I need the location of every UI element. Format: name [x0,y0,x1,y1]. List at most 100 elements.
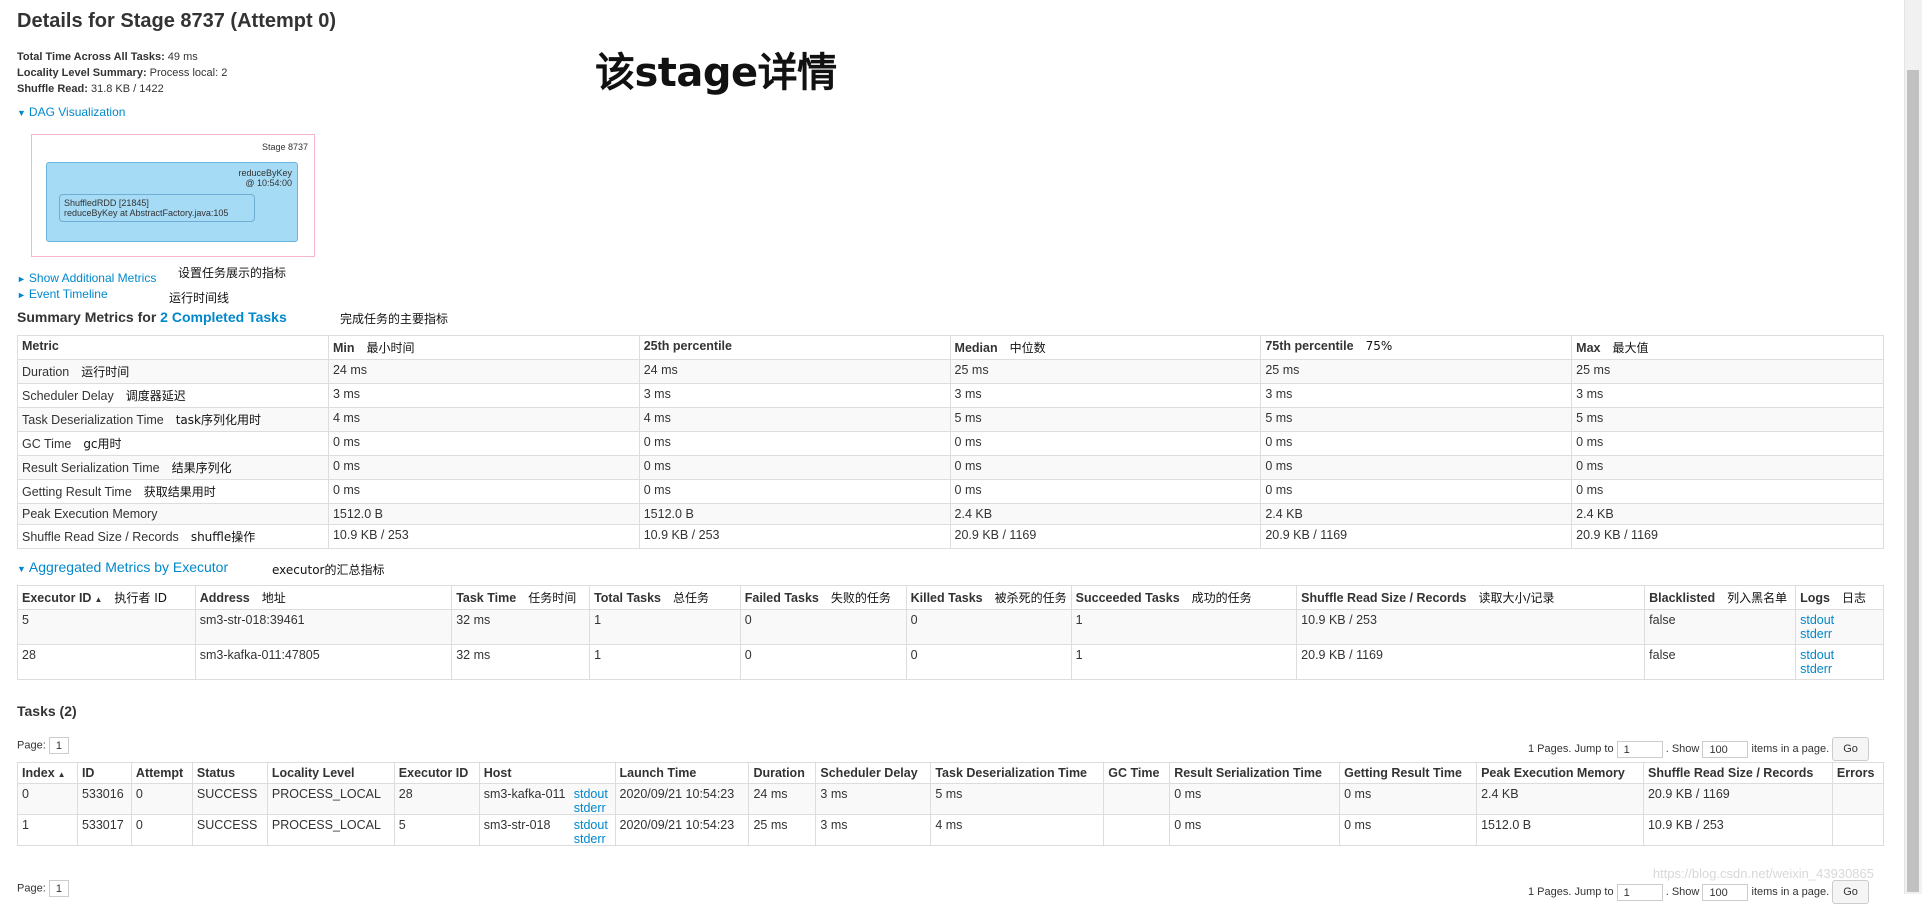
tasks-column-header[interactable]: Executor ID [393,762,480,784]
stderr-link[interactable]: stderr [1800,662,1832,676]
tasks-column-header[interactable]: Errors [1831,762,1885,784]
summary-metrics-row: Result Serialization Time 结果序列化 0 ms 0 ms 0 … [17,455,1884,480]
tasks-column-header[interactable]: Duration [748,762,817,784]
task-cell-sched: 3 ms [815,814,932,846]
page-size-input[interactable]: 100 [1702,883,1749,901]
aggregated-column-header[interactable]: Task Time 任务时间 [451,585,591,610]
page-1-button[interactable]: 1 [48,880,69,897]
column-note: 列入黑名单 [1727,591,1788,605]
aggregated-cell-failed: 0 [739,644,907,680]
column-label: Index [22,766,55,780]
tasks-column-header[interactable]: Host [478,762,616,784]
summary-metrics-column-header[interactable]: Min 最小时间 [327,335,640,360]
aggregated-column-header[interactable]: Executor ID ▲ 执行者 ID [17,585,196,610]
summary-metrics-column-header[interactable]: 75th percentile 75% [1260,335,1573,360]
stderr-link[interactable]: stderr [574,832,606,846]
aggregated-column-header[interactable]: Total Tasks 总任务 [589,585,741,610]
summary-metrics-column-header[interactable]: Median 中位数 [949,335,1262,360]
metric-value-cell: 0 ms [949,455,1262,480]
aggregated-column-header[interactable]: Killed Tasks 被杀死的任务 [905,585,1072,610]
tasks-title: Tasks (2) [17,703,77,719]
jump-to-page-input[interactable]: 1 [1616,883,1663,901]
task-cell-index: 0 [17,783,78,815]
tasks-column-header[interactable]: Launch Time [614,762,750,784]
column-label: Task Time [456,591,517,605]
items-label: items in a page. [1751,885,1830,898]
summary-metrics-column-header[interactable]: Max 最大值 [1571,335,1884,360]
tasks-column-header[interactable]: Task Deserialization Time [930,762,1105,784]
metric-name: GC Time [22,437,72,451]
host-cell: sm3-kafka-011 stdout stderr [478,783,616,815]
aggregated-column-header[interactable]: Succeeded Tasks 成功的任务 [1070,585,1298,610]
tasks-column-header[interactable]: Scheduler Delay [815,762,932,784]
aggregated-column-header[interactable]: Logs 日志 [1795,585,1884,610]
metric-value-cell: 0 ms [327,455,640,480]
tasks-column-header[interactable]: Index ▲ [17,762,78,784]
aggregated-column-header[interactable]: Shuffle Read Size / Records 读取大小/记录 [1296,585,1646,610]
column-label: Min [332,341,355,355]
tasks-column-header[interactable]: Status [191,762,268,784]
column-label: Shuffle Read Size / Records [1301,591,1467,605]
column-label: Executor ID [22,591,92,605]
task-cell-locality: PROCESS_LOCAL [266,814,395,846]
vertical-scrollbar[interactable] [1904,0,1922,894]
jump-to-page-input[interactable]: 1 [1616,740,1663,758]
summary-metrics-row: Shuffle Read Size / Records shuffle操作 10.9… [17,524,1884,549]
task-cell-executor: 5 [393,814,480,846]
summary-metrics-row: Task Deserialization Time task序列化用时 4 ms 4 … [17,407,1884,432]
metric-note: 运行时间 [81,365,130,379]
pages-text: 1 Pages. Jump to [1528,885,1614,898]
aggregated-column-header[interactable]: Address 地址 [194,585,453,610]
tasks-column-header[interactable]: Peak Execution Memory [1476,762,1644,784]
completed-tasks-link[interactable]: 2 Completed Tasks [160,309,287,325]
event-timeline-toggle[interactable]: ► Event Timeline [17,287,108,301]
tasks-column-header[interactable]: Locality Level [266,762,395,784]
column-label: Total Tasks [594,591,661,605]
stdout-link[interactable]: stdout [574,818,608,832]
show-additional-metrics-toggle[interactable]: ► Show Additional Metrics [17,271,156,285]
column-label: Failed Tasks [744,591,819,605]
show-label: . Show [1665,885,1700,898]
task-cell-errors [1831,783,1885,815]
aggregated-metrics-toggle[interactable]: ▼ Aggregated Metrics by Executor [17,559,228,575]
tasks-column-header[interactable]: Result Serialization Time [1169,762,1341,784]
stderr-link[interactable]: stderr [574,801,606,815]
task-cell-errors [1831,814,1885,846]
metric-value-cell: 1512.0 B [638,503,951,525]
column-label: Result Serialization Time [1174,766,1322,780]
stdout-link[interactable]: stdout [1800,648,1834,662]
stderr-link[interactable]: stderr [1800,627,1832,641]
dag-op-line2: @ 10:54:00 [245,178,292,188]
tasks-column-header[interactable]: Getting Result Time [1339,762,1478,784]
task-cell-shuffle: 10.9 KB / 253 [1642,814,1833,846]
dag-rdd-node[interactable]: ShuffledRDD [21845] reduceByKey at Abstr… [59,194,255,222]
metric-name-cell: Getting Result Time 获取结果用时 [17,479,329,504]
summary-metrics-row: Peak Execution Memory 1512.0 B 1512.0 B 2.4… [17,503,1884,525]
task-cell-shuffle: 20.9 KB / 1169 [1642,783,1833,815]
tasks-column-header[interactable]: Attempt [130,762,193,784]
go-button[interactable]: Go [1832,880,1869,904]
summary-metrics-column-header[interactable]: 25th percentile [638,335,951,360]
tasks-column-header[interactable]: ID [76,762,132,784]
page-1-button[interactable]: 1 [48,737,69,754]
metric-value-cell: 4 ms [638,407,951,432]
summary-metrics-column-header[interactable]: Metric [17,335,329,360]
stdout-link[interactable]: stdout [574,787,608,801]
logs-cell: stdout stderr [1795,609,1884,645]
stdout-link[interactable]: stdout [1800,613,1834,627]
tasks-column-header[interactable]: Shuffle Read Size / Records [1642,762,1833,784]
tasks-jump-controls-bottom: 1 Pages. Jump to 1 . Show 100 items in a… [1528,880,1869,904]
aggregated-cell-shuffle: 20.9 KB / 1169 [1296,644,1646,680]
task-cell-peak: 2.4 KB [1476,783,1644,815]
caret-down-icon: ▼ [17,108,26,118]
column-note: 被杀死的任务 [994,591,1067,605]
aggregated-column-header[interactable]: Blacklisted 列入黑名单 [1644,585,1797,610]
dag-visualization-toggle[interactable]: ▼ DAG Visualization [17,105,125,119]
aggregated-column-header[interactable]: Failed Tasks 失败的任务 [739,585,907,610]
column-label: GC Time [1108,766,1160,780]
tasks-column-header[interactable]: GC Time [1103,762,1171,784]
scrollbar-thumb[interactable] [1907,70,1919,892]
metric-name-cell: Task Deserialization Time task序列化用时 [17,407,329,432]
page-size-input[interactable]: 100 [1702,740,1749,758]
go-button[interactable]: Go [1832,737,1869,761]
